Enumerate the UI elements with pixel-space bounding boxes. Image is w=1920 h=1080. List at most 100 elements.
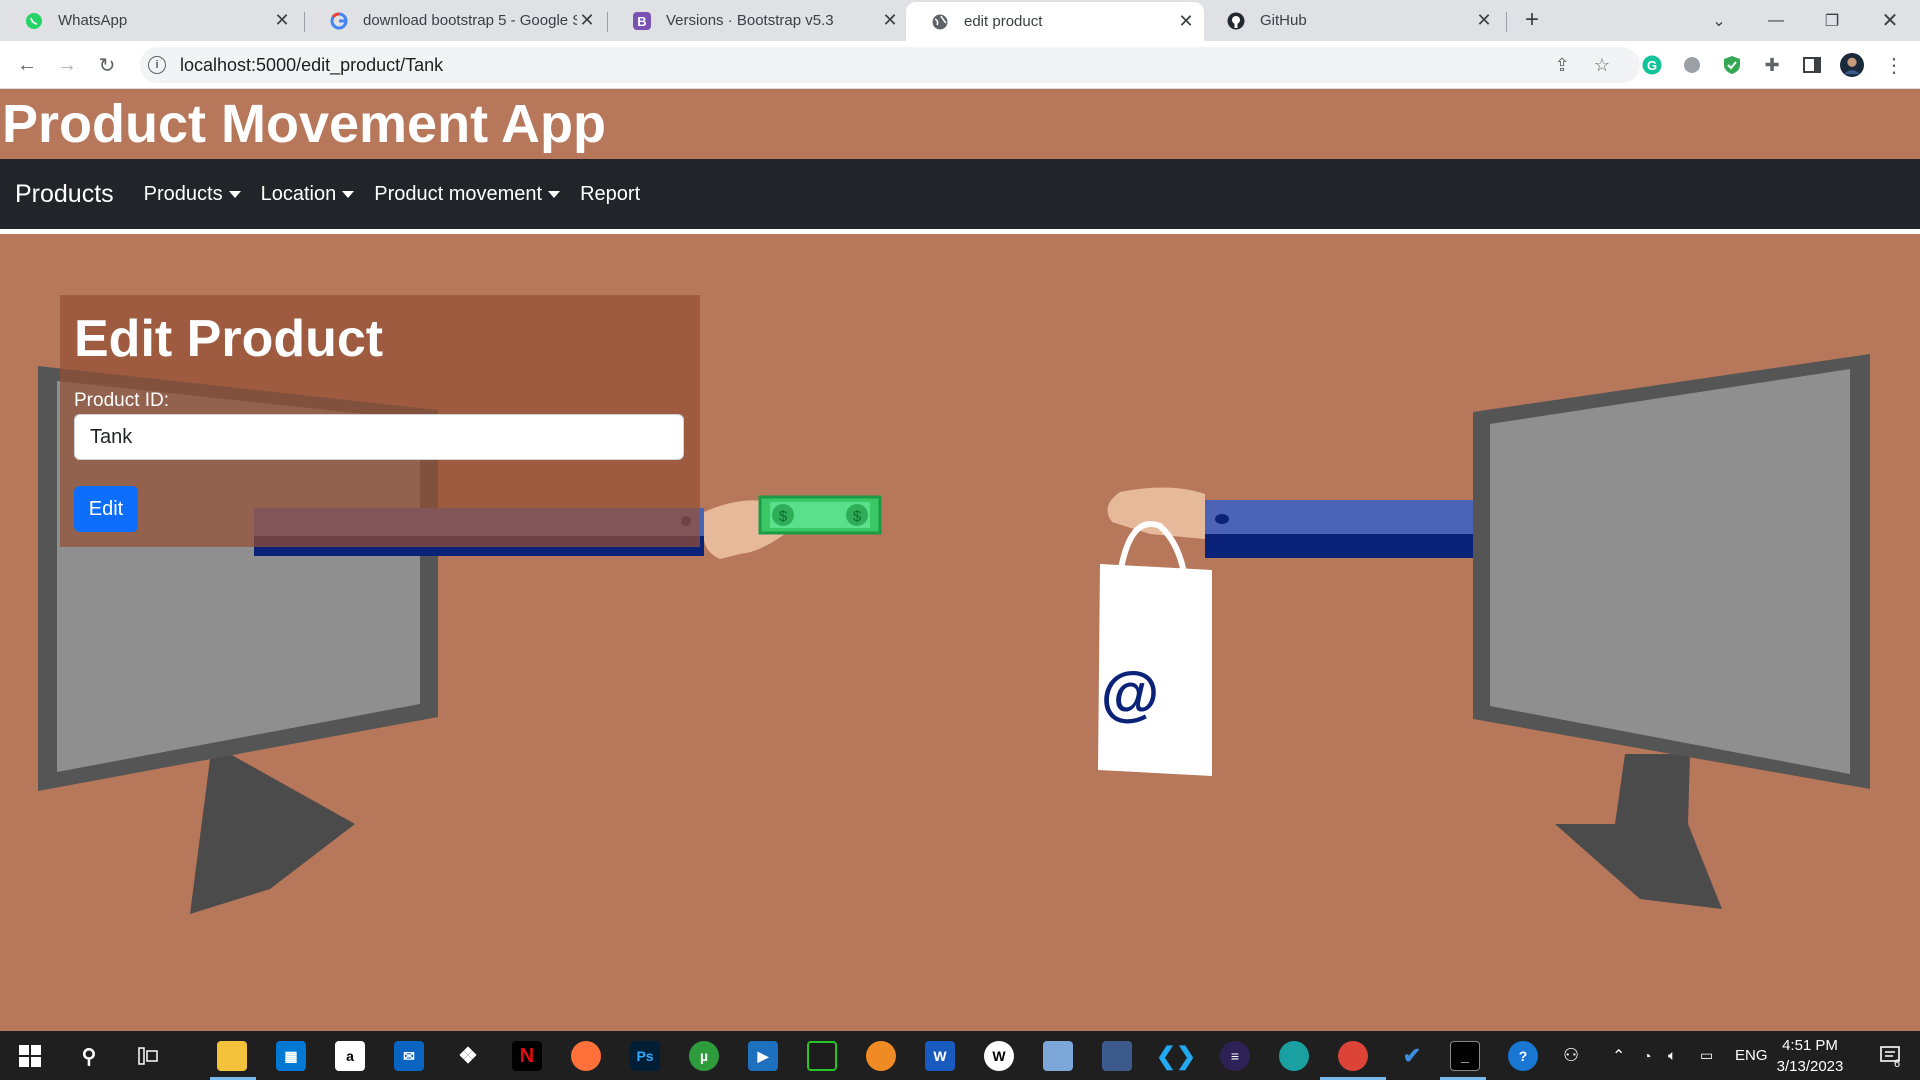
tab-bootstrap-versions[interactable]: B Versions · Bootstrap v5.3 ✕ [608,0,908,41]
svg-text:B: B [637,14,646,29]
shield-extension-icon[interactable] [1720,53,1744,77]
github-icon [1226,11,1246,31]
svg-text:$: $ [779,508,788,525]
browser-menu-icon[interactable]: ⋮ [1882,53,1906,77]
svg-text:G: G [1647,58,1657,73]
address-bar[interactable]: i localhost:5000/edit_product/Tank [140,47,1640,83]
svg-text:$: $ [853,508,862,525]
edge-icon[interactable] [1279,1041,1309,1071]
bookmark-star-icon[interactable]: ☆ [1590,53,1614,77]
site-info-icon[interactable]: i [148,56,166,74]
tab-title: download bootstrap 5 - Google S [363,12,577,29]
edit-button[interactable]: Edit [74,486,138,532]
close-tab-icon[interactable]: ✕ [272,10,292,31]
writer-app-icon[interactable]: W [984,1041,1014,1071]
tab-title: GitHub [1260,12,1307,29]
web-page: Product Movement App Products Products L… [0,89,1920,1031]
caret-down-icon [548,190,561,198]
right-monitor-illustration [1473,354,1870,909]
people-icon[interactable]: ⚇ [1563,1031,1579,1080]
back-button[interactable]: ← [13,51,41,79]
word-icon[interactable]: W [925,1041,955,1071]
tray-chevron-up-icon[interactable]: ⌃ [1612,1031,1625,1080]
virtualbox-icon[interactable] [1043,1041,1073,1071]
tab-edit-product[interactable]: edit product ✕ [906,2,1204,41]
product-id-label: Product ID: [74,390,170,411]
tab-title: WhatsApp [58,12,128,29]
navbar-brand[interactable]: Products [15,180,114,209]
search-icon[interactable]: ⚲ [74,1041,104,1071]
browser-tab-strip: WhatsApp ✕ download bootstrap 5 - Google… [0,0,1920,41]
app-title: Product Movement App [2,94,607,154]
nav-products-dropdown[interactable]: Products [144,183,241,206]
eclipse-icon[interactable]: ≡ [1220,1041,1250,1071]
notification-center-icon[interactable]: 6 [1870,1031,1910,1080]
tab-whatsapp[interactable]: WhatsApp ✕ [0,0,300,41]
close-tab-icon[interactable]: ✕ [1176,11,1196,32]
nav-item-label: Products [143,182,223,205]
share-icon[interactable]: ⇪ [1550,53,1574,77]
tab-title: Versions · Bootstrap v5.3 [666,12,834,29]
nav-report-link[interactable]: Report [580,183,640,206]
extensions-puzzle-icon[interactable]: ✚ [1760,53,1784,77]
side-panel-icon[interactable] [1800,53,1824,77]
tab-title: edit product [964,13,1043,30]
media-player-icon[interactable]: ▶ [748,1041,778,1071]
dropbox-icon[interactable]: ❖ [453,1041,483,1071]
utorrent-icon[interactable]: µ [689,1041,719,1071]
tab-search-chevron-icon[interactable]: ⌄ [1691,0,1747,41]
nav-item-label: Location [260,182,337,205]
system-clock[interactable]: 4:51 PM 3/13/2023 [1760,1035,1860,1077]
caret-down-icon [342,190,355,198]
netflix-icon[interactable]: N [512,1041,542,1071]
windows-start-icon[interactable] [15,1041,45,1071]
new-tab-button[interactable]: + [1518,6,1546,34]
google-icon [329,11,349,31]
windows-taskbar: ⚲ ▦ a ✉ ❖ N Ps µ ▶ W W ❮❯ ≡ ✔ _ ? ⚇ ⌃ ◔ … [0,1031,1920,1080]
edit-product-form-card: Edit Product Product ID: Edit [60,295,700,547]
whatsapp-icon [24,11,44,31]
command-prompt-icon[interactable]: _ [1450,1041,1480,1071]
task-view-icon[interactable] [133,1041,163,1071]
firefox-icon[interactable] [571,1041,601,1071]
wifi-icon[interactable]: ◔ [1643,1031,1651,1080]
photoshop-icon[interactable]: Ps [630,1041,660,1071]
file-explorer-icon[interactable] [217,1041,247,1071]
nav-location-dropdown[interactable]: Location [261,183,355,206]
microsoft-store-icon[interactable]: ▦ [276,1041,306,1071]
volume-icon[interactable]: 🔈︎ [1668,1031,1676,1080]
vscode-icon[interactable]: ❮❯ [1156,1041,1196,1071]
mysql-workbench-icon[interactable] [1102,1041,1132,1071]
grammarly-extension-icon[interactable]: G [1640,53,1664,77]
svg-text:@: @ [1101,660,1160,727]
product-id-input[interactable] [74,414,684,460]
bootstrap-icon: B [632,11,652,31]
close-tab-icon[interactable]: ✕ [880,10,900,31]
close-tab-icon[interactable]: ✕ [577,10,597,31]
close-tab-icon[interactable]: ✕ [1474,10,1494,31]
todo-check-icon[interactable]: ✔ [1397,1041,1427,1071]
profile-avatar[interactable] [1840,53,1864,77]
chrome-icon[interactable] [1338,1041,1368,1071]
amazon-icon[interactable]: a [335,1041,365,1071]
terminal-green-icon[interactable] [807,1041,837,1071]
clock-time: 4:51 PM [1782,1037,1838,1054]
nav-product-movement-dropdown[interactable]: Product movement [374,183,561,206]
tab-google-search[interactable]: download bootstrap 5 - Google S ✕ [305,0,605,41]
tab-github[interactable]: GitHub ✕ [1202,0,1502,41]
help-icon[interactable]: ? [1508,1041,1538,1071]
url-text: localhost:5000/edit_product/Tank [180,54,444,75]
minimize-button[interactable]: — [1748,0,1804,41]
clock-date: 3/13/2023 [1776,1058,1844,1075]
browser-toolbar: ← → ↻ i localhost:5000/edit_product/Tank… [0,41,1920,89]
forward-button[interactable]: → [53,51,81,79]
mail-icon[interactable]: ✉ [394,1041,424,1071]
reload-button[interactable]: ↻ [93,51,121,79]
battery-icon[interactable]: ▭ [1700,1031,1713,1080]
close-window-button[interactable]: ✕ [1862,0,1918,41]
sublime-merge-icon[interactable] [866,1041,896,1071]
globe-icon [930,12,950,32]
caret-down-icon [228,190,241,198]
restore-button[interactable]: ❐ [1804,0,1860,41]
extension-gray-icon[interactable] [1680,53,1704,77]
